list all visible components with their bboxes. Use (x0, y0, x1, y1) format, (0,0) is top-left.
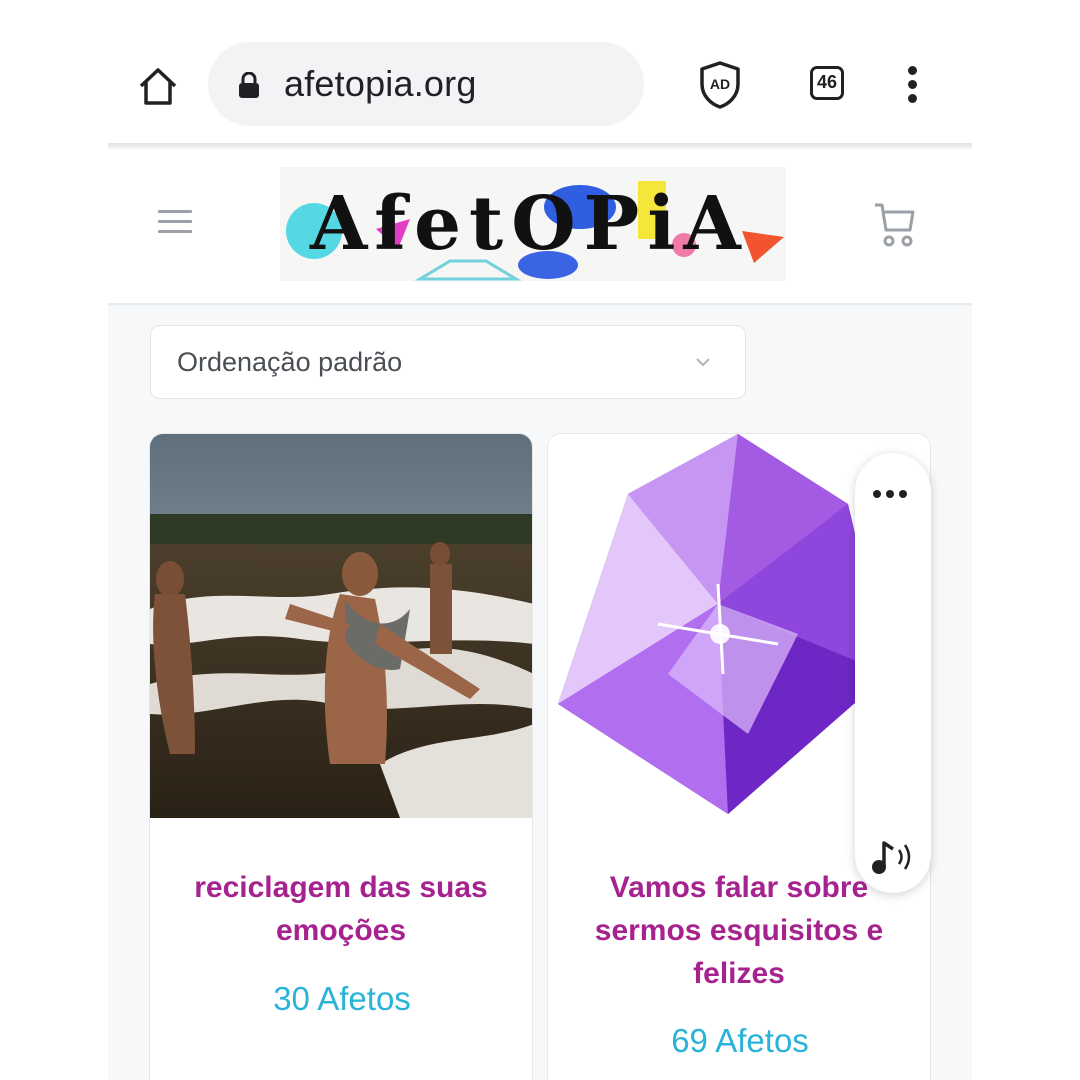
chevron-down-icon (695, 354, 711, 370)
lock-icon (238, 71, 260, 98)
site-header: AfetOPiA (108, 145, 972, 305)
svg-text:AD: AD (710, 76, 730, 92)
sort-selected-value: Ordenação padrão (177, 347, 403, 377)
product-image[interactable] (150, 434, 532, 818)
product-title[interactable]: Vamos falar sobre sermos esquisitos e fe… (558, 866, 920, 995)
website-viewport: AfetOPiA Ordenação padrão reciclagem das… (108, 145, 972, 1080)
sort-select[interactable]: Ordenação padrão (150, 325, 746, 399)
audio-note-icon[interactable] (869, 837, 919, 877)
hamburger-menu-icon[interactable] (158, 210, 192, 234)
site-logo[interactable]: AfetOPiA (280, 167, 786, 281)
browser-toolbar: afetopia.org AD 46 (0, 0, 1080, 145)
more-horiz-icon[interactable] (873, 485, 913, 498)
product-like-count: 69 Afetos (671, 1022, 809, 1059)
ad-shield-icon[interactable]: AD (698, 60, 742, 110)
product-title[interactable]: reciclagem das suas emoções (160, 866, 522, 952)
home-icon[interactable] (136, 64, 180, 108)
more-vert-icon[interactable] (904, 66, 920, 106)
logo-wordmark: AfetOPiA (309, 181, 749, 267)
product-card[interactable]: reciclagem das suas emoções 30 Afetos (149, 433, 533, 1080)
product-like-count: 30 Afetos (273, 980, 411, 1017)
tab-switcher-icon[interactable]: 46 (810, 66, 844, 100)
address-bar[interactable]: afetopia.org (208, 42, 644, 126)
floating-widget[interactable] (855, 453, 931, 893)
url-text: afetopia.org (284, 63, 477, 104)
cart-icon[interactable] (872, 200, 916, 248)
toolbar-shadow (108, 143, 972, 151)
